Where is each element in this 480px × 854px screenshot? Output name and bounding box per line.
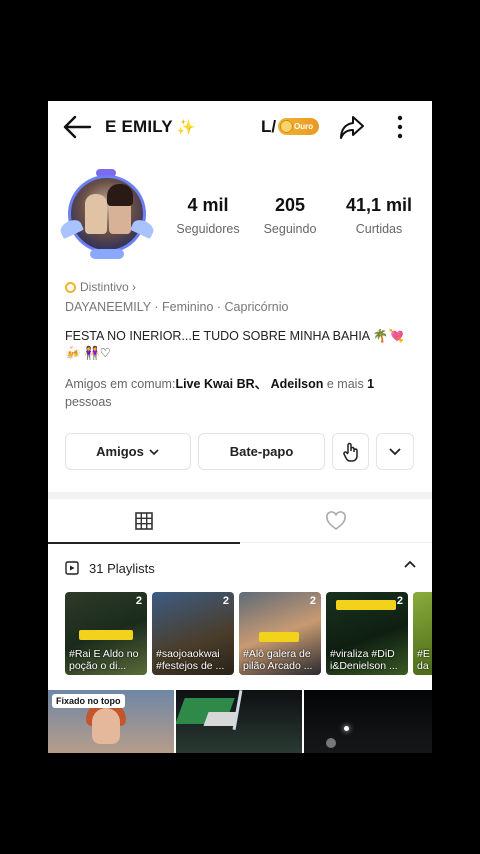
more-options-icon[interactable] [388, 113, 412, 141]
mutual-friends-mid: e mais [323, 377, 368, 391]
followers-label: Seguidores [176, 222, 240, 236]
level-badge[interactable]: Ouro [278, 118, 320, 135]
playlist-caption: #Rai E Aldo no poção o di... [69, 648, 139, 672]
video-thumbnail[interactable] [304, 690, 432, 753]
likes-label: Curtidas [355, 222, 403, 236]
chevron-up-icon[interactable] [403, 560, 417, 569]
badge-icon [65, 281, 76, 293]
chat-button[interactable]: Bate-papo [198, 433, 325, 470]
playlist-item[interactable]: 2 #Alô galera de pilão Arcado ... [239, 592, 321, 675]
playlist-item[interactable]: 2 #saojoaokwai #festejos de ... [152, 592, 234, 675]
heart-icon [326, 511, 346, 530]
avatar-person-1 [85, 194, 107, 234]
profile-name: E EMILY ✨ [105, 117, 196, 137]
playlist-caption: #Alô galera de pilão Arcado ... [243, 648, 313, 672]
thumbnail-shape [326, 738, 336, 748]
poke-button[interactable] [332, 433, 369, 470]
avatar[interactable] [58, 169, 156, 263]
playlist-carousel: 2 #Rai E Aldo no poção o di... 2 #saojoa… [65, 592, 432, 675]
mutual-friends[interactable]: Amigos em comum:Live Kwai BR、 Adeilson e… [65, 375, 405, 411]
playlist-item[interactable]: #E da [413, 592, 432, 675]
playlist-caption: #viraliza #DiD i&Denielson ... [330, 648, 398, 672]
thumbnail-banner [336, 600, 396, 610]
playlist-count: 2 [222, 595, 229, 607]
mutual-friends-prefix: Amigos em comum: [65, 377, 176, 391]
level-prefix: L/ [261, 117, 277, 136]
distintivo-label: Distintivo › [80, 280, 137, 294]
mutual-friends-suffix: pessoas [65, 395, 112, 409]
playlist-caption: #saojoaokwai #festejos de ... [156, 648, 225, 672]
profile-name-text: E EMILY [105, 117, 173, 136]
distintivo-link[interactable]: Distintivo › [65, 280, 136, 294]
active-tab-indicator [48, 542, 240, 544]
following-count: 205 [274, 195, 306, 215]
playlist-count: 2 [396, 595, 403, 607]
mutual-friends-names: Live Kwai BR、 Adeilson [175, 377, 324, 391]
video-thumbnail[interactable] [176, 690, 302, 753]
playlist-count: 2 [309, 595, 316, 607]
playlists-title: 31 Playlists [89, 560, 155, 576]
profile-screen: E EMILY ✨ L/ Ouro 4 mil Seguidores 205 S… [48, 101, 432, 753]
thumbnail-beam [232, 690, 243, 730]
video-grid: Fixado no topo [48, 690, 432, 753]
section-divider [48, 492, 432, 499]
thumbnail-banner [259, 632, 299, 642]
profile-meta: DAYANEEMILY · Feminino · Capricórnio [65, 300, 289, 314]
content-tabs [48, 499, 432, 543]
avatar-photo [68, 175, 146, 253]
pinned-badge: Fixado no topo [52, 694, 125, 708]
thumbnail-face [92, 708, 120, 744]
mutual-friends-count: 1 [367, 377, 375, 391]
playlist-caption: #E da [417, 648, 430, 672]
profile-bio: FESTA NO INERIOR...E TUDO SOBRE MINHA BA… [65, 329, 405, 360]
chevron-down-icon [389, 448, 401, 456]
sparkle-icon: ✨ [176, 119, 196, 136]
avatar-frame-bottom [90, 249, 124, 259]
tab-likes[interactable] [240, 499, 432, 543]
video-thumbnail[interactable]: Fixado no topo [48, 690, 174, 753]
following-stat[interactable]: 205 Seguindo [244, 195, 336, 236]
likes-count: 41,1 mil [345, 195, 413, 215]
hand-icon [342, 442, 358, 462]
playlists-header[interactable]: 31 Playlists [65, 557, 417, 579]
share-icon[interactable] [338, 113, 366, 141]
profile-stats: 4 mil Seguidores 205 Seguindo 41,1 mil C… [172, 195, 422, 236]
chevron-down-icon [149, 448, 159, 455]
followers-stat[interactable]: 4 mil Seguidores [172, 195, 244, 236]
grid-icon [135, 512, 153, 530]
playlist-count: 2 [135, 595, 142, 607]
playlist-icon [65, 561, 79, 575]
thumbnail-banner [79, 630, 133, 640]
playlist-item[interactable]: 2 #viraliza #DiD i&Denielson ... [326, 592, 408, 675]
profile-header: E EMILY ✨ L/ Ouro [48, 101, 432, 153]
tab-posts[interactable] [48, 499, 240, 543]
more-actions-button[interactable] [376, 433, 414, 470]
chat-button-label: Bate-papo [229, 444, 294, 459]
friends-button[interactable]: Amigos [65, 433, 191, 470]
thumbnail-light [344, 726, 349, 731]
level-badge-label: Ouro [294, 122, 314, 131]
followers-count: 4 mil [187, 195, 229, 215]
following-label: Seguindo [263, 222, 317, 236]
playlist-item[interactable]: 2 #Rai E Aldo no poção o di... [65, 592, 147, 675]
likes-stat[interactable]: 41,1 mil Curtidas [336, 195, 422, 236]
avatar-hair [107, 184, 133, 206]
back-arrow-icon[interactable] [62, 114, 92, 140]
friends-button-label: Amigos [96, 444, 144, 459]
coin-icon [280, 120, 293, 133]
